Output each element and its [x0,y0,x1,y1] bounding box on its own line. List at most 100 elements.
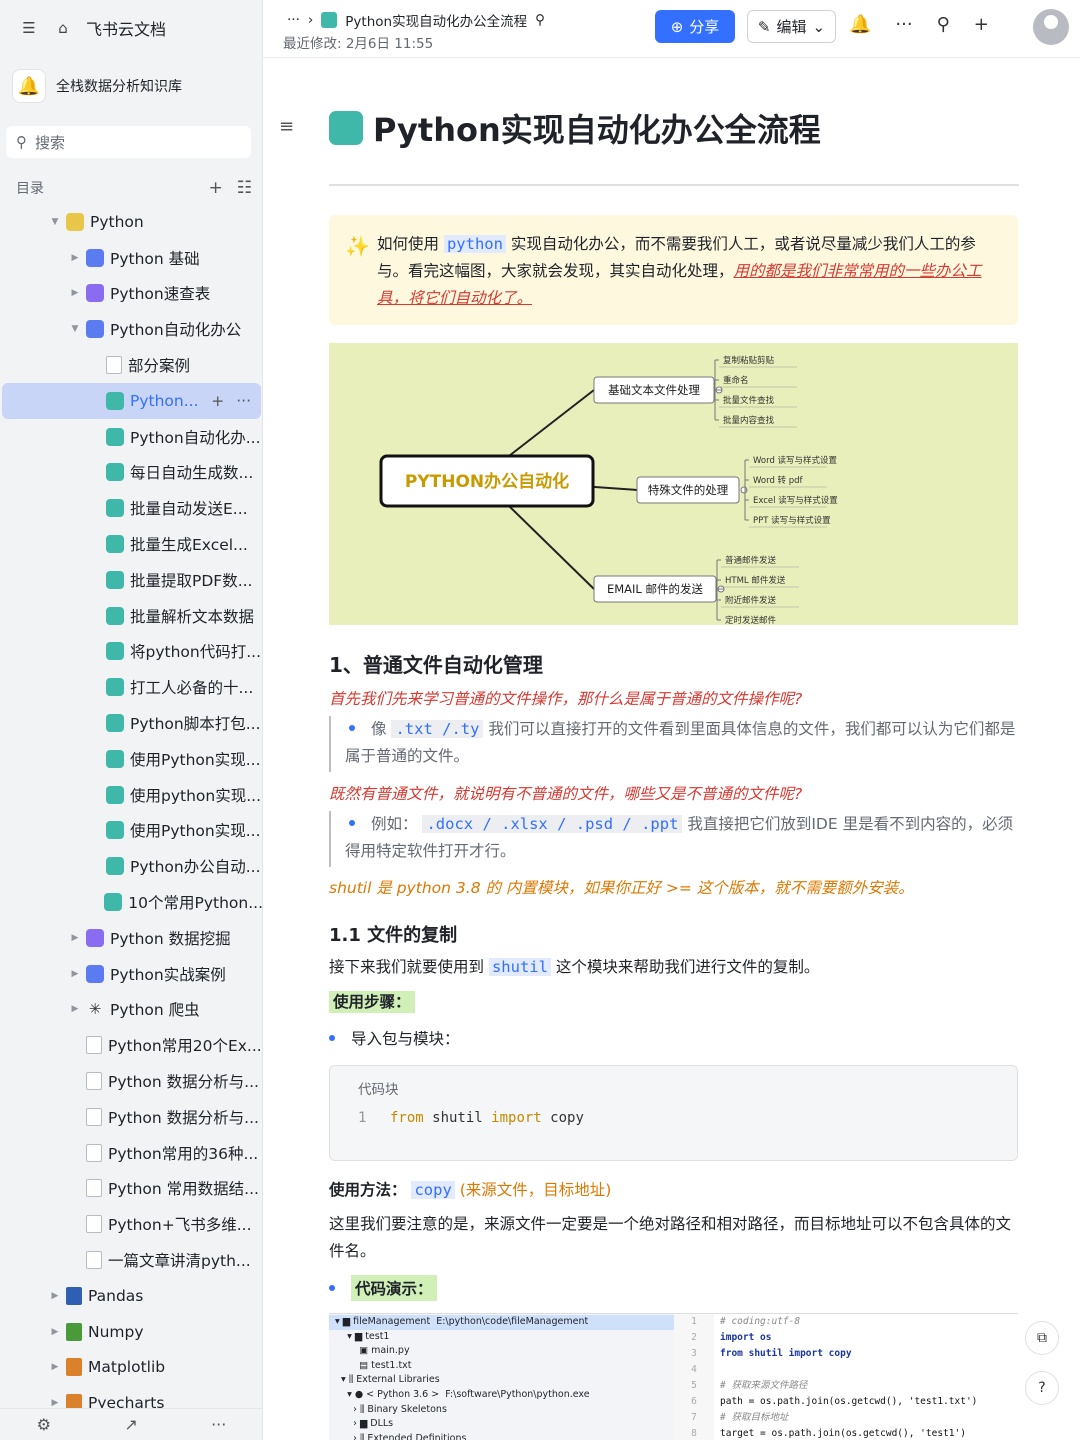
caret-right-icon[interactable]: ▶ [68,969,82,979]
sidebar-item[interactable]: ▶ Python实战案例 [0,956,262,992]
sidebar-item[interactable]: 批量提取PDF数... [0,562,262,598]
caret-right-icon[interactable]: ▶ [48,1291,62,1301]
top-bar: ··· › Python实现自动化办公全流程 ⚲ 最近修改: 2月6日 11:5… [263,0,1080,58]
search-icon[interactable]: ⚲ [937,14,950,35]
project-tree: ▾ ▆ fileManagement E:\python\code\fileMa… [329,1314,674,1440]
more-options-icon[interactable]: ··· [895,14,912,35]
sidebar-item[interactable]: 批量生成Excel... [0,526,262,562]
sidebar-item[interactable]: ▶ Matplotlib [0,1350,262,1386]
caret-down-icon[interactable]: ▼ [48,217,62,227]
sidebar-item[interactable]: ▶ Pandas [0,1278,262,1314]
globe-icon: ⊕ [670,17,684,36]
steps-label: 使用步骤： [329,991,415,1013]
home-icon[interactable]: ⌂ [52,17,74,39]
more-icon[interactable]: ··· [211,1415,226,1434]
caret-right-icon[interactable]: ▶ [68,253,82,263]
sidebar-item[interactable]: 使用Python实现... [0,813,262,849]
knowledge-base-header[interactable]: 🔔 全栈数据分析知识库 [12,66,252,106]
caret-right-icon[interactable]: ▶ [68,1004,82,1014]
outline-list-icon[interactable]: ☷ [237,178,252,198]
pencil-icon: ✎ [757,17,771,36]
page-title[interactable]: Python实现自动化办公全流程 [329,105,821,151]
sidebar-bottom-bar: ⚙ ↗ ··· [0,1408,262,1440]
breadcrumb: ··· › Python实现自动化办公全流程 ⚲ [287,10,545,30]
mindmap-center-label: PYTHON办公自动化 [405,471,569,492]
sidebar-item[interactable]: Python办公自动... [0,848,262,884]
caret-right-icon[interactable]: ▶ [48,1327,62,1337]
sidebar-item[interactable]: Python... + ··· [2,382,261,419]
sidebar-item[interactable]: 批量自动发送E... [0,490,262,526]
share-label: 分享 [689,18,720,36]
doc-icon [106,606,124,625]
share-button[interactable]: ⊕ 分享 [655,10,735,43]
breadcrumb-doc-title[interactable]: Python实现自动化办公全流程 [345,10,527,30]
source-line: path = os.path.join(os.getcwd(), 'test1.… [720,1396,978,1407]
more-icon[interactable]: ··· [236,392,251,410]
notification-bell-icon[interactable]: 🔔 [849,14,871,35]
sidebar-item[interactable]: ▶ ✳ Python 爬虫 [0,992,262,1028]
sidebar-item[interactable]: Python脚本打包... [0,705,262,741]
pin-icon[interactable]: ⚲ [535,12,545,28]
sidebar-item[interactable]: 打工人必备的十... [0,669,262,705]
caret-down-icon[interactable]: ▼ [68,324,82,334]
sidebar-item[interactable]: Python+飞书多维... [0,1206,262,1242]
caret-right-icon[interactable]: ▶ [68,933,82,943]
usage-row: 使用方法： copy (来源文件，目标地址) [329,1177,611,1204]
sidebar-item[interactable]: 使用Python实现... [0,741,262,777]
header-icons: 🔔 ··· ⚲ + [849,14,989,35]
edit-button[interactable]: ✎ 编辑 ⌄ [747,10,836,43]
sidebar-item[interactable]: ▼ Python [0,204,262,240]
callout-block[interactable]: ✨ 如何使用 python 实现自动化办公，而不需要我们人工，或者说尽量减少我们… [329,215,1018,325]
app-name[interactable]: 飞书云文档 [86,16,166,40]
sidebar-item[interactable]: Python 数据分析与... [0,1063,262,1099]
sidebar-item[interactable]: Python 数据分析与... [0,1099,262,1135]
add-icon[interactable]: + [974,14,989,35]
add-icon[interactable]: + [209,178,223,198]
sidebar-item[interactable]: 一篇文章讲清pyth... [0,1242,262,1278]
sidebar-item[interactable]: 每日自动生成数... [0,455,262,491]
collapse-sidebar-icon[interactable]: ☰ [18,17,40,39]
sidebar-item[interactable]: 部分案例 [0,347,262,383]
caret-right-icon[interactable]: ▶ [48,1398,62,1408]
share-link-icon[interactable]: ↗ [124,1415,137,1434]
help-icon[interactable]: ? [1025,1371,1059,1405]
sidebar-item[interactable]: Python 常用数据结... [0,1171,262,1207]
sidebar-item[interactable]: Python自动化办... [0,419,262,455]
sidebar-item-label: 每日自动生成数... [130,464,254,483]
source-line: import os [720,1332,772,1343]
settings-icon[interactable]: ⚙ [37,1415,51,1434]
user-avatar[interactable] [1033,9,1069,45]
mindmap-leaf-label: 重命名 [723,375,749,386]
sidebar-item-label: 一篇文章讲清pyth... [108,1252,251,1270]
doc-icon [321,12,338,28]
sidebar-item[interactable]: Python常用的36种... [0,1135,262,1171]
breadcrumb-more[interactable]: ··· [287,12,300,28]
source-line: # 获取目标地址 [720,1412,789,1423]
item-actions: + ··· [211,392,251,410]
copy-doc-icon[interactable]: ⧉ [1025,1321,1059,1355]
caret-right-icon[interactable]: ▶ [48,1362,62,1372]
sidebar-item[interactable]: ▶ Python 基础 [0,240,262,276]
doc-icon [106,391,124,410]
sidebar-item[interactable]: 将python代码打... [0,634,262,670]
inline-code: copy [411,1181,455,1199]
sidebar-item[interactable]: ▶ Numpy [0,1314,262,1350]
mindmap-leaf-label: 附近邮件发送 [725,595,777,606]
sidebar-item[interactable]: ▼ Python自动化办公 [0,311,262,347]
sidebar-item[interactable]: ▶ Python 数据挖掘 [0,920,262,956]
sidebar-item[interactable]: 使用python实现... [0,777,262,813]
outline-toggle-icon[interactable]: ≡ [279,116,294,137]
project-tree-item: ▤ test1.txt [335,1359,412,1371]
doc-icon [106,785,124,804]
add-child-icon[interactable]: + [211,392,224,410]
caret-right-icon[interactable]: ▶ [68,288,82,298]
sidebar-item[interactable]: ▶ Python速查表 [0,276,262,312]
sidebar-item[interactable]: Python常用20个Ex... [0,1027,262,1063]
sidebar-item[interactable]: 批量解析文本数据 [0,598,262,634]
mindmap-leaf-label: 批量文件查找 [723,395,775,406]
doc-icon [106,535,124,554]
search-input[interactable]: ⚲ 搜索 [6,126,251,158]
code-block[interactable]: 代码块 1 from shutil import copy [329,1065,1018,1161]
sidebar-item[interactable]: 10个常用Python... [0,884,262,920]
sidebar-item-label: 将python代码打... [130,643,262,662]
